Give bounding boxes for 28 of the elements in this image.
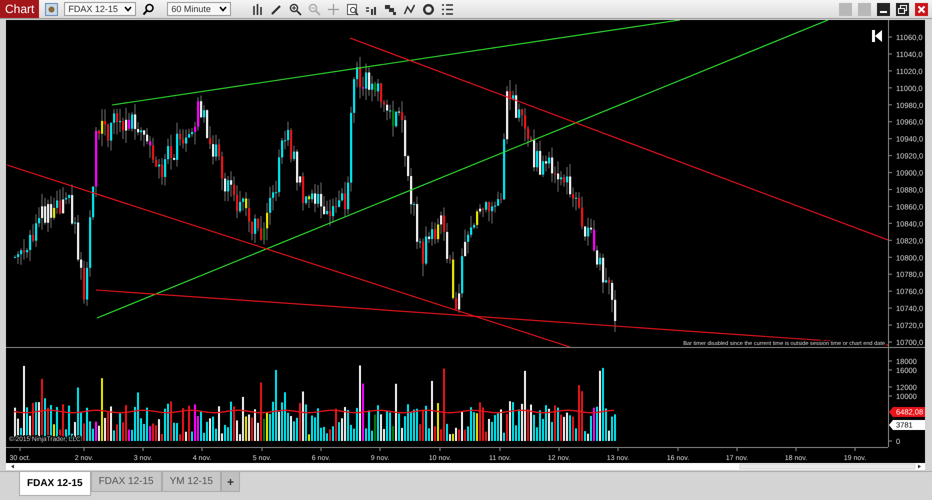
interval-dropdown[interactable]: 60 Minute <box>167 2 232 16</box>
scroll-to-end-icon[interactable] <box>872 30 882 42</box>
search-icon[interactable] <box>142 2 156 16</box>
caret-icon <box>219 6 228 12</box>
instrument-dropdown[interactable]: FDAX 12-15 <box>64 2 136 16</box>
trend-line[interactable] <box>96 20 828 318</box>
scroll-right-icon[interactable] <box>918 464 921 468</box>
chart-title: Chart <box>0 0 40 18</box>
trend-line[interactable] <box>6 164 570 347</box>
caret-icon <box>124 6 132 12</box>
blocks-icon[interactable] <box>384 2 398 16</box>
properties-icon[interactable] <box>346 2 360 16</box>
scrollbar-thumb[interactable] <box>740 464 916 470</box>
ring-icon[interactable] <box>422 2 436 16</box>
chart-tab[interactable]: YM 12-15 <box>162 472 221 492</box>
pencil-icon[interactable] <box>270 2 284 16</box>
bar-chart-icon[interactable] <box>251 2 264 16</box>
list-icon[interactable] <box>441 2 454 16</box>
restore-icon[interactable] <box>896 2 909 16</box>
line-chart-icon[interactable] <box>403 2 416 16</box>
scroll-left-icon[interactable] <box>11 464 14 468</box>
chart-tab[interactable]: FDAX 12-15 <box>90 472 162 492</box>
zoom-in-icon[interactable] <box>289 2 302 16</box>
add-tab-button[interactable]: + <box>220 472 240 492</box>
minimize-icon[interactable] <box>877 2 890 16</box>
chart-settings-icon[interactable] <box>45 2 58 16</box>
close-icon[interactable] <box>915 2 928 16</box>
chart-tab[interactable]: FDAX 12-15 <box>19 472 91 496</box>
